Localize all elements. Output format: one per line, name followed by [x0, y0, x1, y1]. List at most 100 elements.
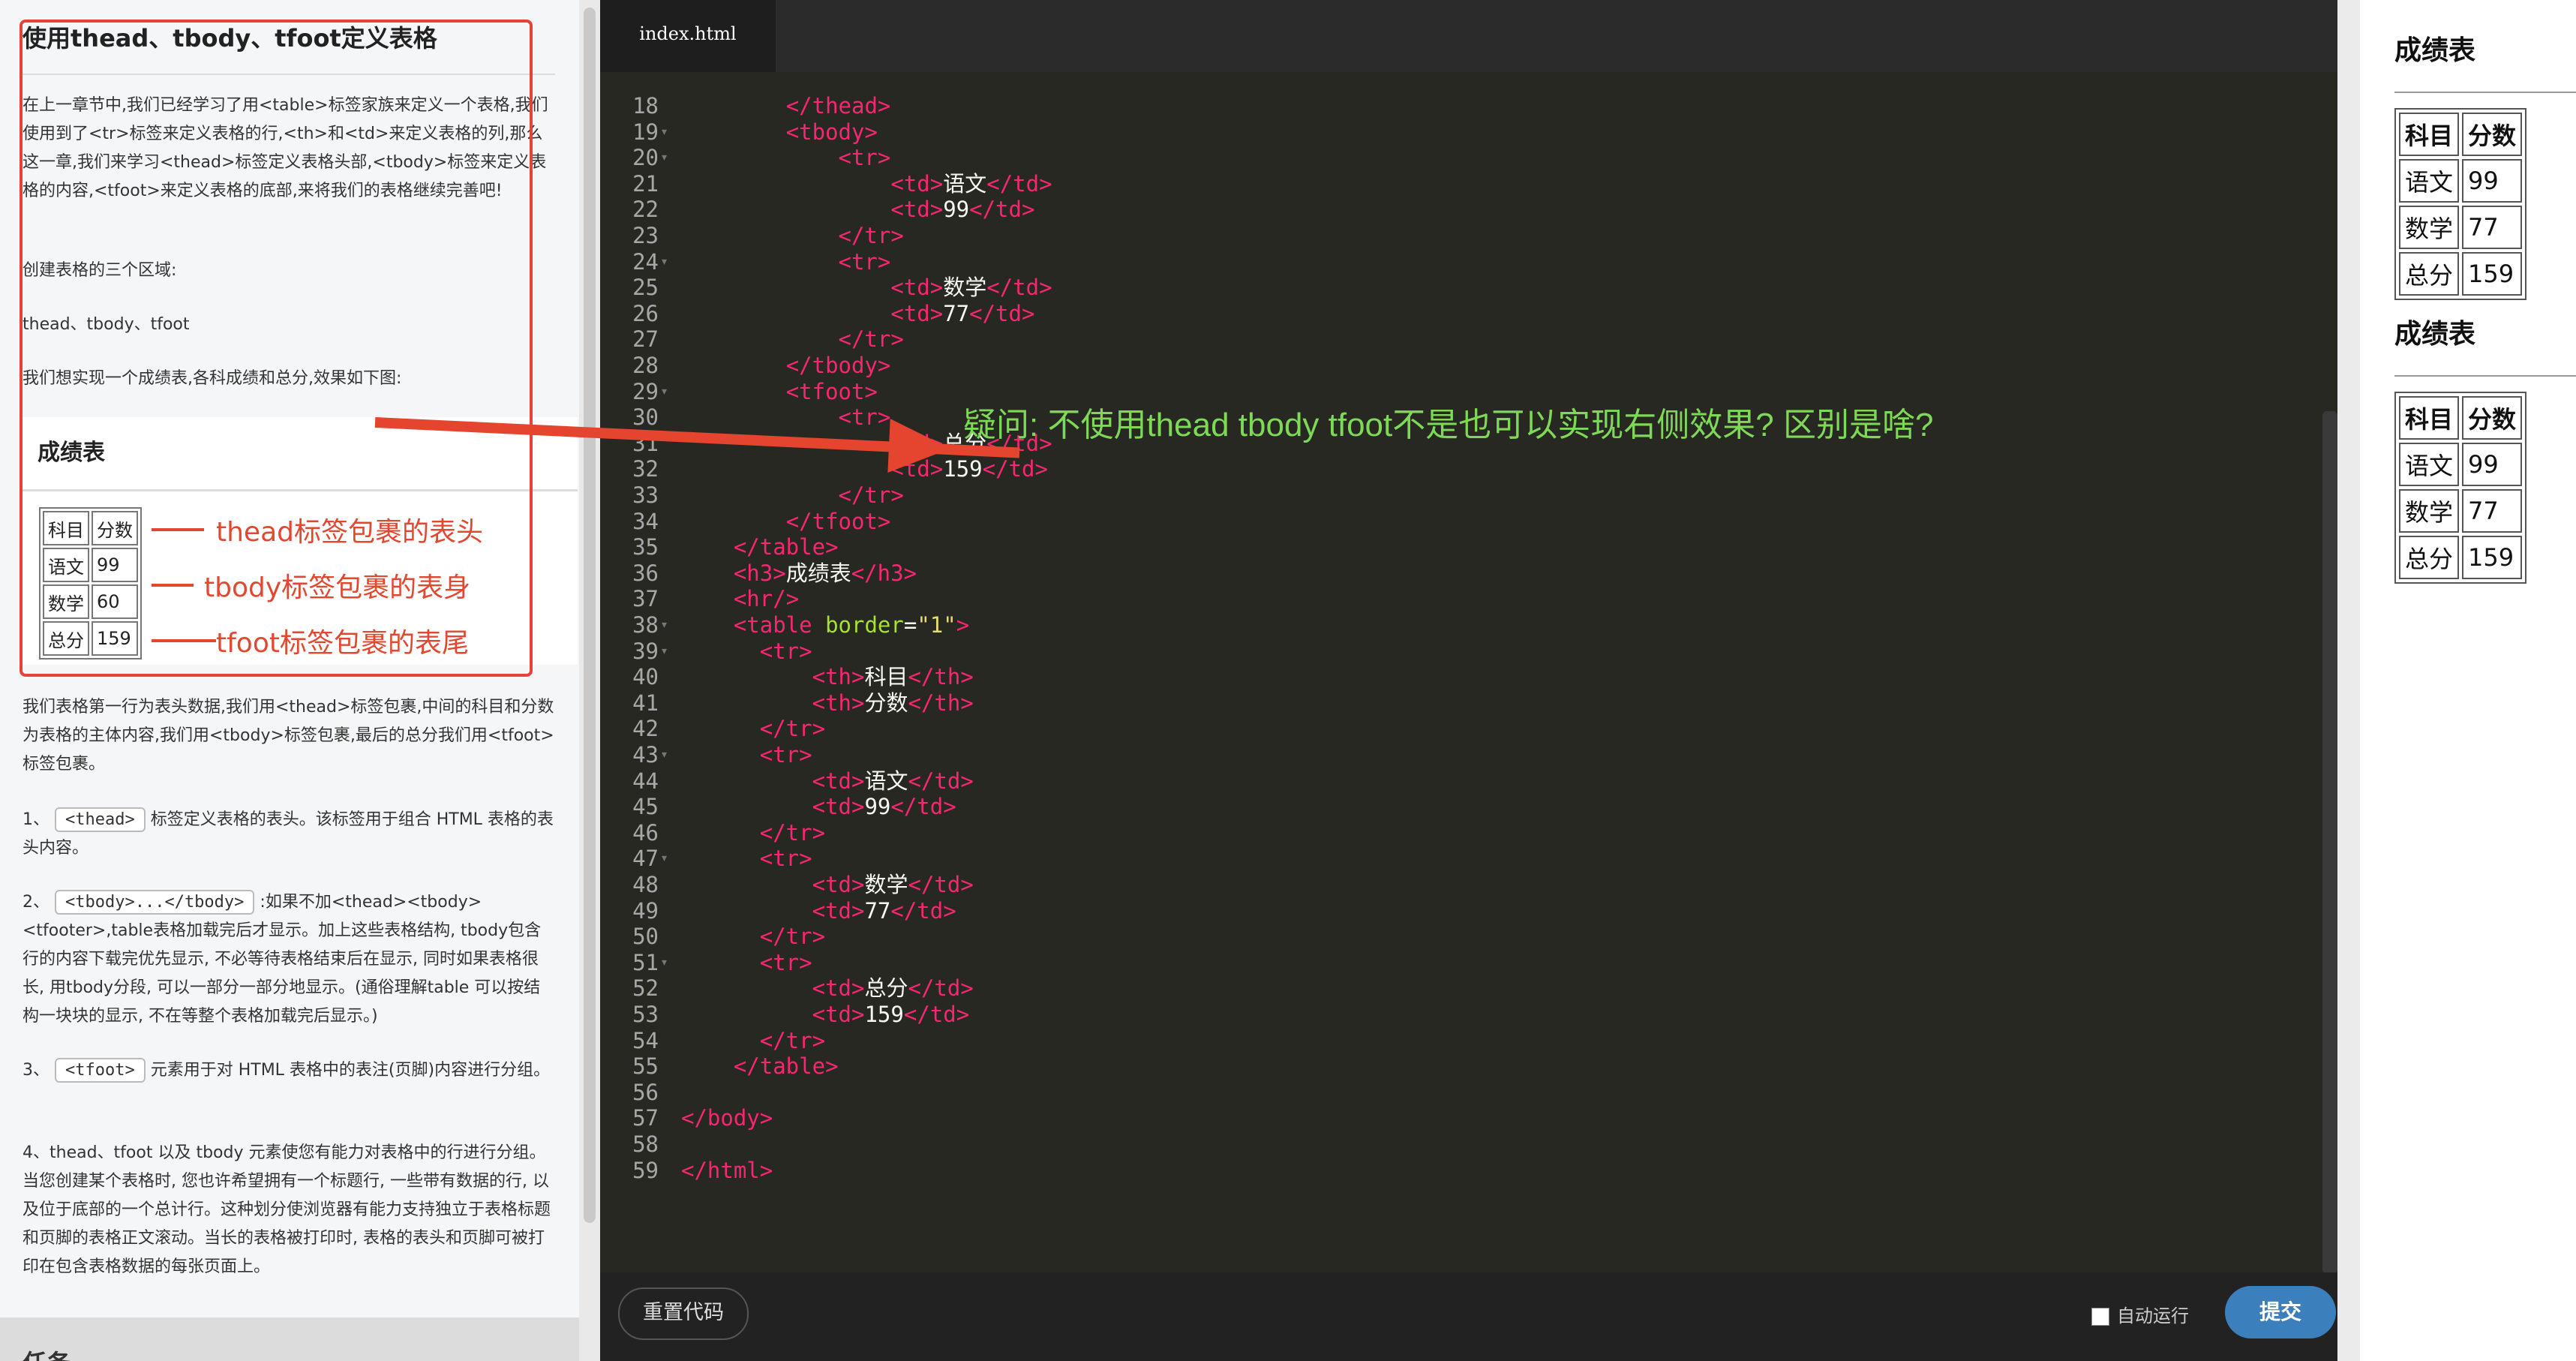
code-line[interactable]: 46 </tr>	[600, 819, 2265, 847]
code-line[interactable]: 24 ▾ <tr>	[600, 248, 2265, 276]
code-text: </tr>	[759, 716, 826, 742]
code-line[interactable]: 45 <td>99</td>	[600, 792, 2265, 821]
preview-title-2: 成绩表	[2394, 319, 2476, 350]
preview-scrollbar[interactable]	[2337, 0, 2360, 1361]
code-text: </table>	[733, 1053, 839, 1080]
fold-icon[interactable]: ▾	[662, 143, 667, 172]
table-cell: 科目	[2399, 396, 2460, 440]
item-text: 元素用于对 HTML 表格中的表注(页脚)内容进行分组。	[150, 1061, 551, 1080]
table-cell: 分数	[2462, 113, 2523, 156]
code-line[interactable]: 37 <hr/>	[600, 584, 2265, 613]
code-line[interactable]: 21 <td>语文</td>	[600, 170, 2265, 198]
code-line[interactable]: 56	[600, 1078, 2265, 1107]
code-line[interactable]: 59 </html>	[600, 1156, 2265, 1185]
editor-scrollbar[interactable]	[2322, 411, 2337, 1274]
code-line[interactable]: 27 </tr>	[600, 325, 2265, 353]
code-line[interactable]: 51 ▾ <tr>	[600, 948, 2265, 977]
code-text: <table border="1">	[733, 612, 970, 638]
code-line[interactable]: 20 ▾ <tr>	[600, 143, 2265, 172]
line-number: 19	[632, 119, 659, 145]
code-text: <td>159</td>	[812, 1002, 970, 1027]
task-label: 任务	[23, 1344, 71, 1361]
fold-icon[interactable]: ▾	[662, 948, 667, 977]
code-text: </tr>	[838, 223, 904, 248]
code-text: </tr>	[759, 924, 826, 950]
inline-code: <thead>	[55, 807, 146, 832]
code-text: <tr>	[759, 846, 812, 872]
autorun-toggle[interactable]: 自动运行	[2091, 1301, 2189, 1327]
annotation-arrow-head	[887, 419, 952, 476]
table-cell: 数学	[2399, 489, 2460, 533]
line-number: 51	[632, 949, 659, 975]
code-text: </tfoot>	[785, 508, 891, 534]
line-number: 27	[632, 326, 659, 353]
autorun-label: 自动运行	[2117, 1305, 2189, 1326]
code-line[interactable]: 44 <td>语文</td>	[600, 767, 2265, 795]
code-text: <tr>	[838, 145, 891, 171]
fold-icon[interactable]: ▾	[662, 741, 667, 769]
line-number: 22	[632, 197, 659, 223]
code-text: </thead>	[785, 93, 891, 119]
code-line[interactable]: 19 ▾ <tbody>	[600, 118, 2265, 146]
code-line[interactable]: 53 <td>159</td>	[600, 1000, 2265, 1029]
code-text: <tr>	[838, 404, 891, 431]
submit-button[interactable]: 提交	[2225, 1286, 2336, 1338]
code-line[interactable]: 49 <td>77</td>	[600, 897, 2265, 925]
code-line[interactable]: 25 <td>数学</td>	[600, 273, 2265, 302]
code-text: <td>99</td>	[812, 794, 956, 820]
fold-icon[interactable]: ▾	[662, 377, 667, 406]
fold-icon[interactable]: ▾	[662, 118, 667, 146]
autorun-checkbox[interactable]	[2091, 1308, 2109, 1326]
code-line[interactable]: 36 <h3>成绩表</h3>	[600, 559, 2265, 587]
code-line[interactable]: 55 </table>	[600, 1052, 2265, 1080]
line-number: 28	[632, 353, 659, 378]
code-line[interactable]: 22 <td>99</td>	[600, 195, 2265, 224]
code-line[interactable]: 50 </tr>	[600, 922, 2265, 951]
code-line[interactable]: 52 <td>总分</td>	[600, 974, 2265, 1002]
line-number: 52	[632, 975, 659, 1002]
fold-icon[interactable]: ▾	[662, 248, 667, 276]
table-row: 数学 77	[2399, 489, 2523, 533]
line-number: 58	[632, 1131, 659, 1157]
inline-code: <tbody>...</tbody>	[55, 890, 255, 915]
code-line[interactable]: 47 ▾ <tr>	[600, 844, 2265, 873]
lesson-paragraph-5: 我们表格第一行为表头数据,我们用<thead>标签包裹,中间的科目和分数为表格的…	[23, 698, 554, 774]
tab-index-html[interactable]: index.html	[600, 0, 776, 72]
reset-code-button[interactable]: 重置代码	[618, 1287, 749, 1340]
code-line[interactable]: 38 ▾ <table border="1">	[600, 611, 2265, 639]
code-area[interactable]: 18 </thead> 19 ▾ <tbody> 20 ▾ <tr> 21 <td>语文<…	[600, 72, 2337, 1272]
code-line[interactable]: 34 </tfoot>	[600, 507, 2265, 536]
code-text: <tr>	[838, 248, 891, 275]
lesson-scrollbar-thumb[interactable]	[584, 8, 596, 1223]
preview-divider-1	[2394, 92, 2576, 93]
code-line[interactable]: 32 <td>159</td>	[600, 455, 2265, 483]
code-line[interactable]: 43 ▾ <tr>	[600, 741, 2265, 769]
lesson-panel: 使用thead、tbody、tfoot定义表格 在上一章节中,我们已经学习了用<…	[0, 0, 579, 1361]
code-line[interactable]: 41 <th>分数</th>	[600, 689, 2265, 717]
code-line[interactable]: 18 </thead>	[600, 92, 2265, 120]
lesson-scrollbar[interactable]	[579, 0, 600, 1361]
code-line[interactable]: 23 </tr>	[600, 221, 2265, 250]
line-number: 38	[632, 612, 659, 638]
code-line[interactable]: 35 </table>	[600, 533, 2265, 561]
table-cell: 分数	[2462, 396, 2523, 440]
line-number: 53	[632, 1002, 659, 1027]
code-line[interactable]: 33 </tr>	[600, 481, 2265, 509]
task-section[interactable]: 任务	[0, 1317, 579, 1361]
fold-icon[interactable]: ▾	[662, 844, 667, 873]
code-line[interactable]: 48 <td>数学</td>	[600, 870, 2265, 899]
code-line[interactable]: 40 <th>科目</th>	[600, 662, 2265, 691]
lesson-item-1: 1、 <thead> 标签定义表格的表头。该标签用于组合 HTML 表格的表头内…	[23, 806, 555, 863]
fold-icon[interactable]: ▾	[662, 611, 667, 639]
code-line[interactable]: 26 <td>77</td>	[600, 299, 2265, 328]
code-line[interactable]: 57 </body>	[600, 1104, 2265, 1132]
code-line[interactable]: 58	[600, 1130, 2265, 1158]
fold-icon[interactable]: ▾	[662, 637, 667, 665]
table-row: 科目 分数	[2399, 113, 2523, 156]
line-number: 49	[632, 897, 659, 924]
code-line[interactable]: 54 </tr>	[600, 1026, 2265, 1055]
code-line[interactable]: 42 </tr>	[600, 714, 2265, 743]
code-text: <td>语文</td>	[812, 768, 974, 794]
code-line[interactable]: 28 </tbody>	[600, 351, 2265, 380]
code-line[interactable]: 39 ▾ <tr>	[600, 637, 2265, 665]
